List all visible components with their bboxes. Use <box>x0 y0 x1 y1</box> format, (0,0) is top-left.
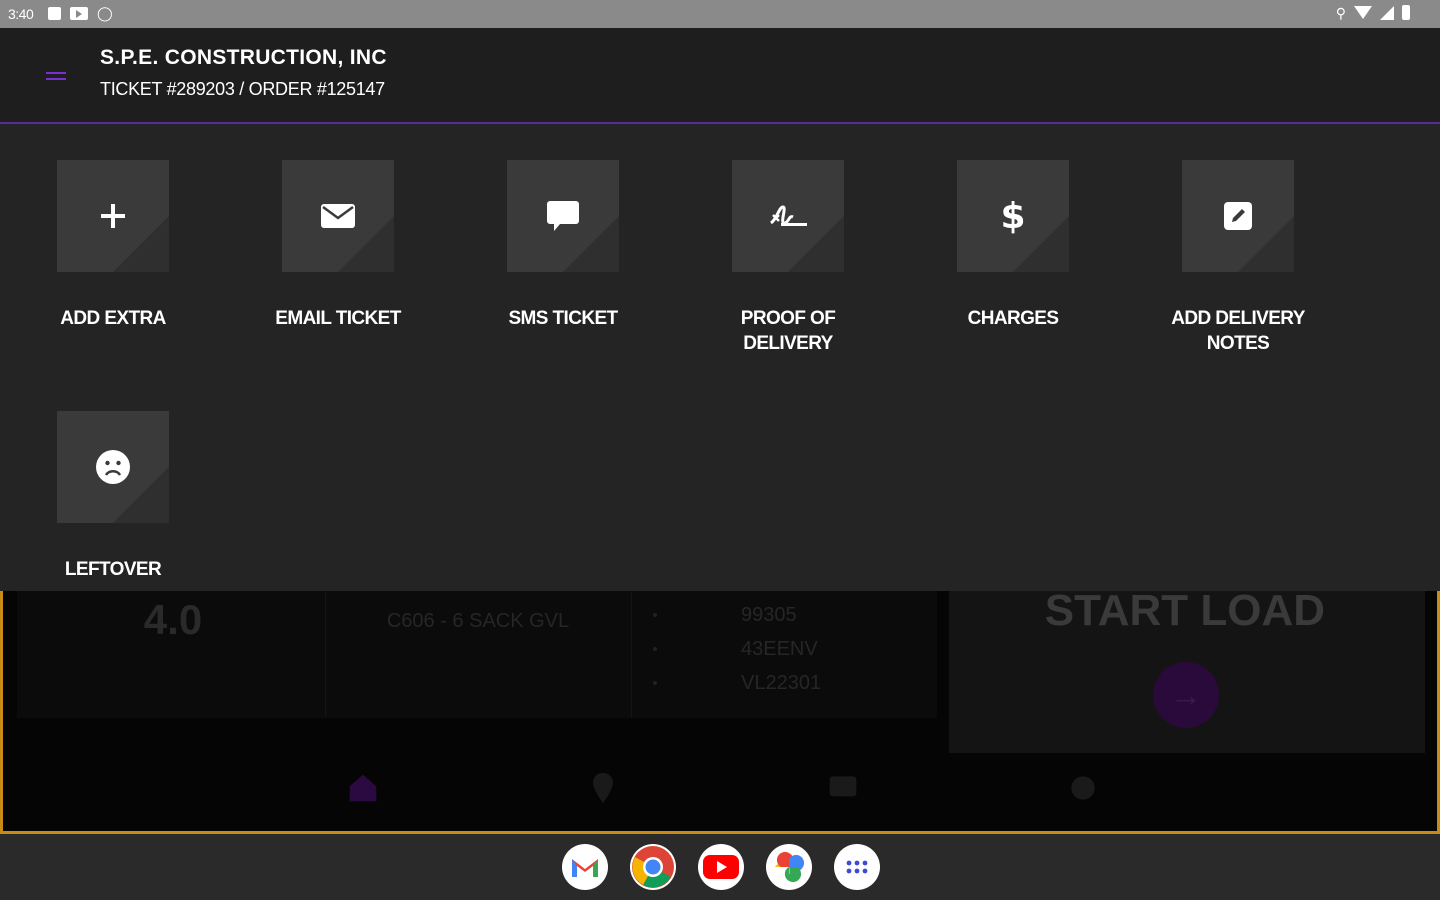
arrow-right-icon: → <box>1153 662 1219 728</box>
chat-icon <box>823 768 863 808</box>
proof-of-delivery-button[interactable]: PROOF OF DELIVERY <box>698 160 878 356</box>
tile[interactable] <box>507 160 619 272</box>
youtube-notification-icon <box>70 6 88 20</box>
gmail-icon[interactable] <box>562 844 608 890</box>
battery-icon <box>1402 5 1410 20</box>
code-item: VL22301 <box>643 666 923 700</box>
label-line: ADD DELIVERY <box>1171 308 1305 329</box>
wifi-icon <box>1354 6 1372 19</box>
ticket-header: S.P.E. CONSTRUCTION, INC TICKET #289203 … <box>0 28 1440 124</box>
gear-icon <box>1063 768 1103 808</box>
action-sheet: S.P.E. CONSTRUCTION, INC TICKET #289203 … <box>0 28 1440 591</box>
add-delivery-notes-label: ADD DELIVERY NOTES <box>1148 306 1328 356</box>
divider <box>631 590 632 718</box>
status-notifications: ◯ <box>48 6 113 20</box>
add-extra-label: ADD EXTRA <box>60 308 166 329</box>
plus-icon <box>57 160 169 272</box>
chat-bubble-icon <box>507 160 619 272</box>
youtube-icon[interactable] <box>698 844 744 890</box>
status-system-icons: ⚲ <box>1336 5 1410 20</box>
location-icon: ⚲ <box>1335 4 1346 21</box>
photos-icon[interactable] <box>766 844 812 890</box>
add-extra-button[interactable]: ADD EXTRA <box>23 160 203 331</box>
email-ticket-label: EMAIL TICKET <box>275 308 401 329</box>
status-time: 3:40 <box>8 6 34 22</box>
label-line: PROOF OF <box>740 308 836 329</box>
envelope-icon <box>282 160 394 272</box>
signature-icon <box>732 160 844 272</box>
tile[interactable]: $ <box>957 160 1069 272</box>
leftover-label: LEFTOVER <box>64 559 162 580</box>
home-icon <box>343 768 383 808</box>
edit-note-icon <box>1182 160 1294 272</box>
start-load-card: START LOAD → <box>949 590 1425 753</box>
company-name: S.P.E. CONSTRUCTION, INC <box>100 46 387 69</box>
dollar-icon: $ <box>1000 195 1026 237</box>
ticket-number: TICKET #289203 / ORDER #125147 <box>100 79 385 99</box>
cell-signal-icon <box>1380 5 1394 20</box>
sad-face-icon <box>57 411 169 523</box>
tile[interactable] <box>282 160 394 272</box>
tile[interactable] <box>732 160 844 272</box>
bottom-nav <box>343 768 1103 818</box>
app-drawer-icon[interactable] <box>834 844 880 890</box>
leftover-button[interactable]: LEFTOVER <box>23 411 203 582</box>
chrome-icon[interactable] <box>630 844 676 890</box>
dock-apps <box>562 844 880 890</box>
drop-icon: ◯ <box>97 5 113 21</box>
start-load-title: START LOAD <box>1044 590 1325 635</box>
proof-of-delivery-label: PROOF OF DELIVERY <box>698 306 878 356</box>
load-product: C606 - 6 SACK GVL <box>386 610 570 632</box>
tile[interactable] <box>57 160 169 272</box>
taskbar-dock <box>0 834 1440 900</box>
menu-icon[interactable] <box>46 72 66 82</box>
notification-icon <box>48 6 61 20</box>
label-line: DELIVERY <box>743 333 833 354</box>
code-item: 43EENV <box>643 632 923 666</box>
divider <box>325 590 326 718</box>
label-line: NOTES <box>1206 333 1270 354</box>
sms-ticket-button[interactable]: SMS TICKET <box>473 160 653 331</box>
map-pin-icon <box>583 768 623 808</box>
screen: 3:40 ◯ ⚲ 4.0 C606 - 6 SACK GVL 99305 43E… <box>0 0 1440 900</box>
load-quantity: 4.0 <box>143 596 203 643</box>
email-ticket-button[interactable]: EMAIL TICKET <box>248 160 428 331</box>
load-codes: 99305 43EENV VL22301 <box>643 598 923 700</box>
code-item: 99305 <box>643 598 923 632</box>
charges-button[interactable]: $ CHARGES <box>923 160 1103 331</box>
charges-label: CHARGES <box>967 308 1059 329</box>
sms-ticket-label: SMS TICKET <box>508 308 618 329</box>
tile[interactable] <box>1182 160 1294 272</box>
add-delivery-notes-button[interactable]: ADD DELIVERY NOTES <box>1148 160 1328 356</box>
tile[interactable] <box>57 411 169 523</box>
status-bar: 3:40 ◯ ⚲ <box>0 0 1440 28</box>
